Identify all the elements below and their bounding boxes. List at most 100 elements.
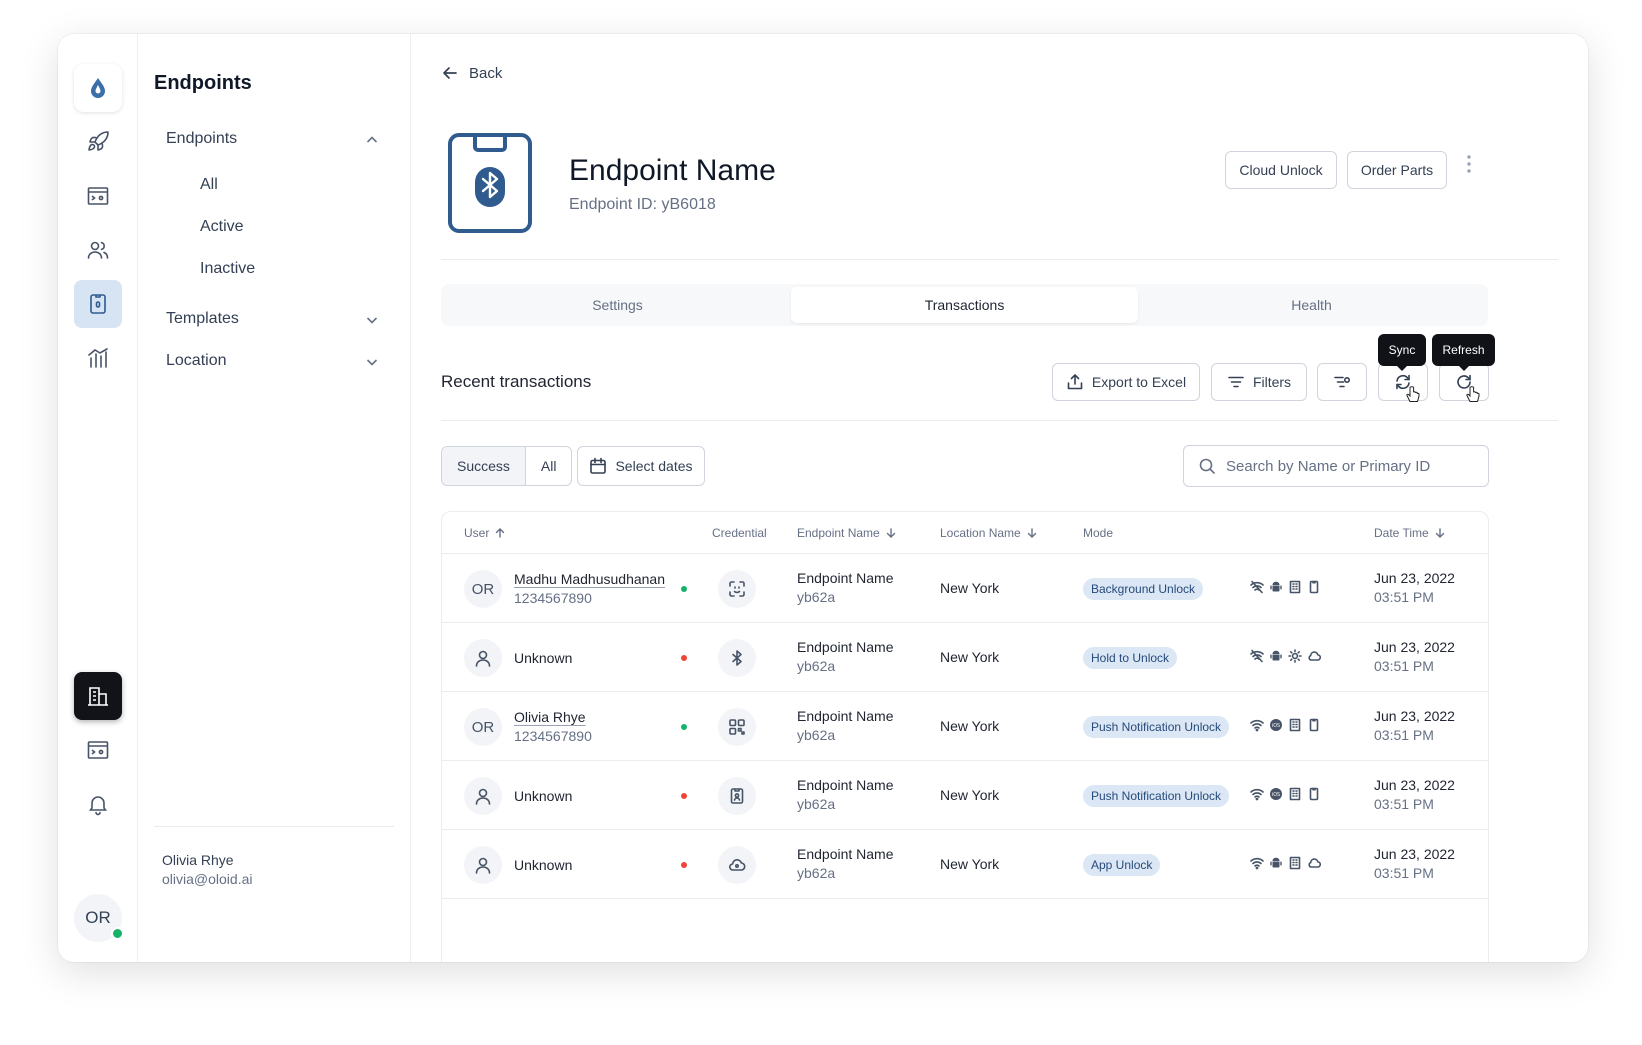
mode-badge: App Unlock bbox=[1083, 854, 1161, 876]
user-name: Unknown bbox=[514, 788, 573, 804]
column-header-location-name[interactable]: Location Name bbox=[940, 526, 1038, 540]
refresh-tooltip: Refresh bbox=[1432, 334, 1495, 371]
sidebar-group-templates[interactable]: Templates bbox=[166, 310, 239, 328]
table-row[interactable]: OR Madhu Madhusudhanan 1234567890 Endpoi… bbox=[442, 554, 1488, 623]
cloud-icon bbox=[1307, 649, 1321, 663]
android-icon bbox=[1269, 649, 1283, 663]
table-row[interactable]: OR Olivia Rhye 1234567890 Endpoint Name … bbox=[442, 692, 1488, 761]
online-status-dot bbox=[111, 927, 124, 940]
console-window-icon[interactable] bbox=[74, 726, 122, 774]
chevron-down-icon[interactable] bbox=[364, 312, 380, 328]
capability-icons bbox=[1250, 856, 1321, 870]
segment-success[interactable]: Success bbox=[442, 447, 526, 485]
page-title: Endpoint Name bbox=[569, 154, 776, 187]
section-title: Recent transactions bbox=[441, 372, 592, 391]
search-placeholder: Search by Name or Primary ID bbox=[1226, 457, 1431, 475]
bell-icon[interactable] bbox=[74, 780, 122, 828]
location-name: New York bbox=[940, 580, 1000, 596]
avatar-initials: OR bbox=[471, 580, 495, 598]
segment-all[interactable]: All bbox=[526, 447, 572, 485]
user-primary-id: 1234567890 bbox=[514, 728, 592, 744]
column-settings-button[interactable] bbox=[1317, 363, 1367, 401]
column-label: Endpoint Name bbox=[797, 526, 880, 540]
table-row[interactable]: Unknown Endpoint Name yb62a New York Hol… bbox=[442, 623, 1488, 692]
tab-settings[interactable]: Settings bbox=[444, 287, 791, 323]
wifi-icon bbox=[1250, 856, 1264, 870]
hand-pointer-icon bbox=[1406, 386, 1420, 402]
tab-health[interactable]: Health bbox=[1138, 287, 1485, 323]
mode-badge: Push Notification Unlock bbox=[1083, 785, 1230, 807]
tab-transactions[interactable]: Transactions bbox=[791, 287, 1138, 323]
search-icon bbox=[1199, 458, 1215, 474]
brand-logo-icon[interactable] bbox=[74, 64, 122, 112]
more-vertical-icon[interactable] bbox=[1461, 152, 1477, 176]
sidebar-item-all[interactable]: All bbox=[200, 176, 218, 194]
upload-icon bbox=[1067, 374, 1083, 390]
capability-icons bbox=[1250, 580, 1321, 594]
analytics-icon[interactable] bbox=[74, 334, 122, 382]
terminal-window-icon[interactable] bbox=[74, 172, 122, 220]
search-input[interactable]: Search by Name or Primary ID bbox=[1183, 445, 1489, 487]
transaction-date: Jun 23, 2022 bbox=[1374, 708, 1455, 724]
user-name[interactable]: Madhu Madhusudhanan bbox=[514, 571, 665, 587]
filter-settings-icon bbox=[1334, 376, 1351, 388]
user-avatar: OR bbox=[464, 570, 502, 608]
credential-badge bbox=[718, 777, 756, 815]
chevron-up-icon[interactable] bbox=[364, 132, 380, 148]
transactions-table: User Credential Endpoint Name Location N… bbox=[441, 511, 1489, 962]
sidebar-group-endpoints[interactable]: Endpoints bbox=[166, 130, 237, 148]
transaction-time: 03:51 PM bbox=[1374, 658, 1434, 674]
user-name: Unknown bbox=[514, 857, 573, 873]
sidebar-divider bbox=[154, 826, 394, 827]
column-label: Credential bbox=[712, 526, 767, 540]
table-row[interactable]: Unknown Endpoint Name yb62a New York App… bbox=[442, 830, 1488, 899]
user-avatar[interactable]: OR bbox=[74, 894, 124, 942]
sidebar-item-active[interactable]: Active bbox=[200, 218, 244, 236]
wifi-icon bbox=[1250, 718, 1264, 732]
sidebar-user-email: olivia@oloid.ai bbox=[162, 871, 253, 887]
column-header-user[interactable]: User bbox=[464, 526, 506, 540]
endpoint-device-icon[interactable] bbox=[74, 280, 122, 328]
bluetooth-icon bbox=[728, 649, 746, 667]
column-header-endpoint-name[interactable]: Endpoint Name bbox=[797, 526, 897, 540]
mode-badge: Background Unlock bbox=[1083, 578, 1204, 600]
transaction-time: 03:51 PM bbox=[1374, 589, 1434, 605]
capability-icons: iOS bbox=[1250, 718, 1321, 732]
back-link[interactable]: Back bbox=[441, 64, 502, 82]
user-icon bbox=[473, 855, 493, 875]
arrow-down-icon bbox=[1027, 528, 1036, 538]
ios-icon: iOS bbox=[1269, 787, 1283, 801]
user-name[interactable]: Olivia Rhye bbox=[514, 709, 586, 725]
endpoint-name: Endpoint Name bbox=[797, 846, 894, 862]
sidebar-item-inactive[interactable]: Inactive bbox=[200, 260, 255, 278]
table-row[interactable]: Unknown Endpoint Name yb62a New York Pus… bbox=[442, 761, 1488, 830]
rocket-icon[interactable] bbox=[74, 118, 122, 166]
column-header-mode: Mode bbox=[1083, 526, 1113, 540]
sidebar-group-location[interactable]: Location bbox=[166, 352, 227, 370]
endpoints-sidebar: Endpoints Endpoints All Active Inactive … bbox=[138, 34, 411, 962]
unknown-user-avatar bbox=[464, 846, 502, 884]
transaction-date: Jun 23, 2022 bbox=[1374, 570, 1455, 586]
order-parts-button[interactable]: Order Parts bbox=[1347, 151, 1447, 189]
phone-icon bbox=[1307, 580, 1321, 594]
endpoint-name: Endpoint Name bbox=[797, 570, 894, 586]
chevron-down-icon[interactable] bbox=[364, 354, 380, 370]
failed-status-dot bbox=[681, 655, 687, 661]
building-icon[interactable] bbox=[74, 672, 122, 720]
building-icon bbox=[1288, 856, 1302, 870]
cloud-unlock-button[interactable]: Cloud Unlock bbox=[1225, 151, 1337, 189]
filter-lines-icon bbox=[1228, 376, 1244, 388]
wifi-off-icon bbox=[1250, 580, 1264, 594]
filters-button[interactable]: Filters bbox=[1211, 363, 1307, 401]
location-name: New York bbox=[940, 787, 1000, 803]
users-icon[interactable] bbox=[74, 226, 122, 274]
export-to-excel-button[interactable]: Export to Excel bbox=[1052, 363, 1200, 401]
user-primary-id: 1234567890 bbox=[514, 590, 592, 606]
select-dates-label: Select dates bbox=[615, 458, 693, 474]
building-icon bbox=[1288, 787, 1302, 801]
phone-icon bbox=[1307, 718, 1321, 732]
transaction-time: 03:51 PM bbox=[1374, 727, 1434, 743]
column-header-date-time[interactable]: Date Time bbox=[1374, 526, 1446, 540]
select-dates-button[interactable]: Select dates bbox=[577, 446, 705, 486]
endpoint-name: Endpoint Name bbox=[797, 777, 894, 793]
